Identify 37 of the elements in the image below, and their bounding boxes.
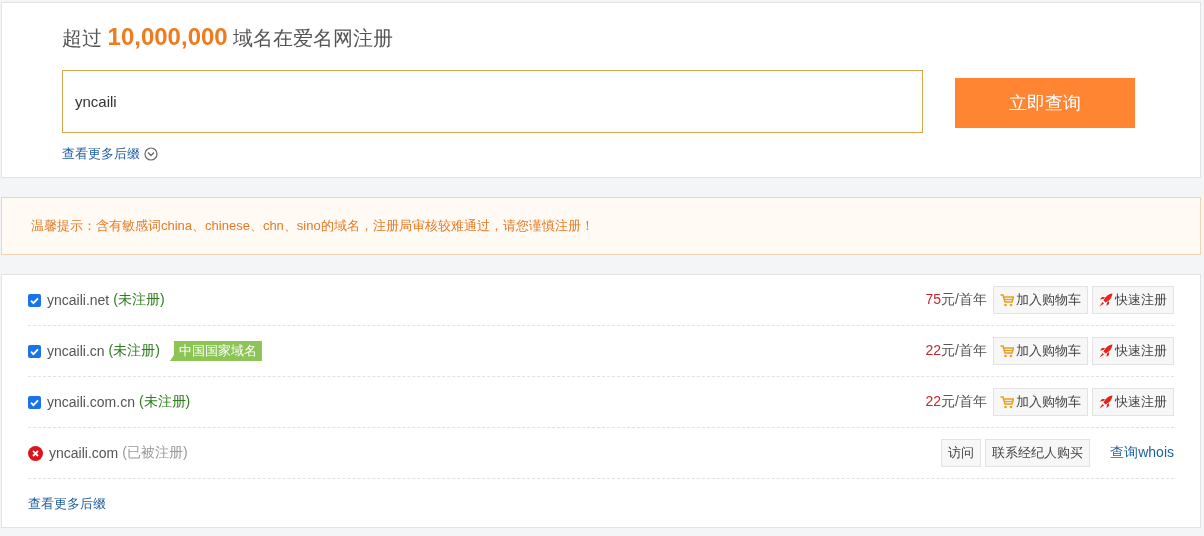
rocket-icon — [1099, 344, 1113, 358]
rocket-icon — [1099, 293, 1113, 307]
more-suffixes-link[interactable]: 查看更多后缀 — [62, 145, 140, 163]
whois-link[interactable]: 查询whois — [1110, 444, 1174, 462]
add-to-cart-button[interactable]: 加入购物车 — [993, 286, 1088, 314]
checkbox[interactable] — [28, 395, 41, 409]
tag: 中国国家域名 — [169, 341, 262, 361]
error-icon — [28, 445, 43, 461]
add-to-cart-button[interactable]: 加入购物车 — [993, 388, 1088, 416]
quick-register-button[interactable]: 快速注册 — [1092, 286, 1174, 314]
domain-status: (未注册) — [138, 393, 191, 411]
domain-name: yncaili.cn — [47, 343, 105, 359]
price: 22元/首年 — [925, 342, 987, 360]
domain-name: yncaili.com — [49, 445, 119, 461]
rocket-icon — [1099, 395, 1113, 409]
cart-icon — [1000, 344, 1014, 358]
add-to-cart-button[interactable]: 加入购物车 — [993, 337, 1088, 365]
quick-register-button[interactable]: 快速注册 — [1092, 388, 1174, 416]
cart-icon — [1000, 293, 1014, 307]
headline: 超过 10,000,000 域名在爱名网注册 — [62, 23, 395, 52]
price: 75元/首年 — [925, 291, 987, 309]
domain-name: yncaili.net — [47, 292, 110, 308]
domain-status: (未注册) — [108, 342, 160, 360]
domain-name: yncaili.com.cn — [47, 394, 135, 410]
search-field[interactable]: yncaili — [62, 70, 923, 133]
checkbox[interactable] — [28, 344, 41, 358]
domain-status: (未注册) — [113, 291, 165, 309]
notice-text: 温馨提示：含有敏感词china、chinese、chn、sino的域名，注册局审核较难通过，请您谨慎注册！ — [31, 217, 595, 235]
price: 22元/首年 — [925, 393, 987, 411]
action-button[interactable]: 联系经纪人购买 — [985, 439, 1091, 467]
checkbox[interactable] — [28, 293, 41, 307]
quick-register-button[interactable]: 快速注册 — [1092, 337, 1174, 365]
chevron-down-icon[interactable] — [144, 147, 158, 161]
domain-status: (已被注册) — [122, 444, 188, 462]
action-button[interactable]: 访问 — [941, 439, 982, 467]
cart-icon — [1000, 395, 1014, 409]
more-suffixes-link[interactable]: 查看更多后缀 — [28, 495, 106, 513]
